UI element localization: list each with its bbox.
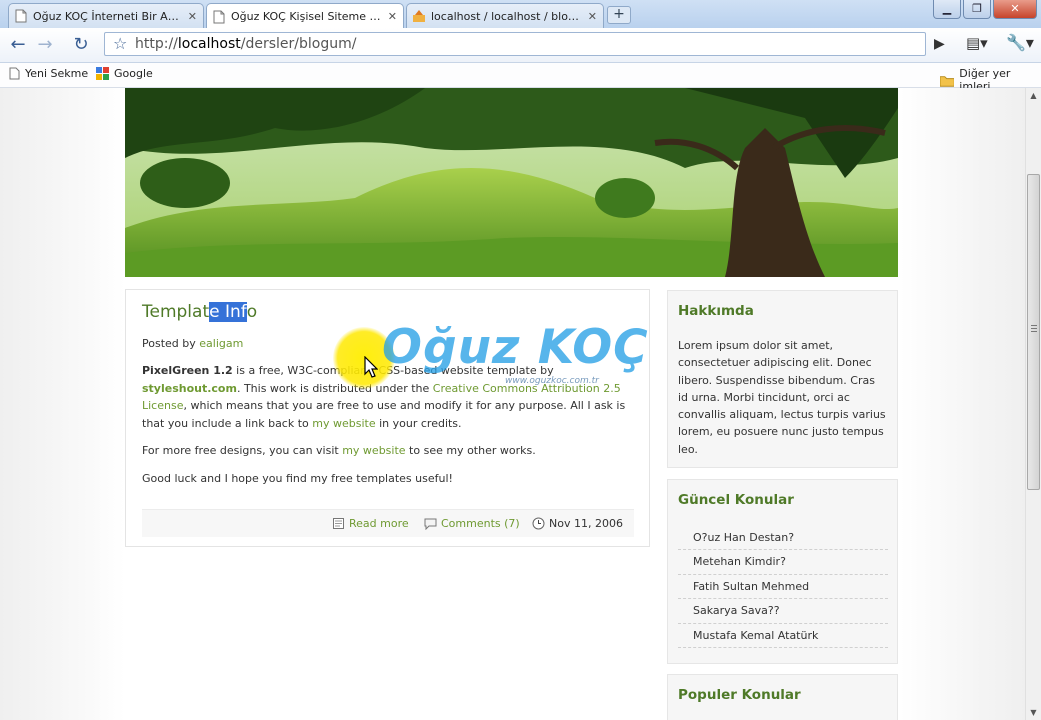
tab-title: Oğuz KOÇ Kişisel Siteme Ho... <box>231 10 382 23</box>
sidebar-about: Hakkımda Lorem ipsum dolor sit amet, con… <box>667 290 898 468</box>
selected-text: e Inf <box>209 302 247 322</box>
recent-topics-list: O?uz Han Destan? Metehan Kimdir? Fatih S… <box>678 526 888 648</box>
sidebar-recent: Güncel Konular O?uz Han Destan? Metehan … <box>667 479 898 664</box>
mouse-cursor-icon <box>364 356 378 378</box>
styleshout-link[interactable]: styleshout.com <box>142 382 237 395</box>
close-icon[interactable]: ✕ <box>188 10 197 23</box>
comments-link[interactable]: Comments (7) <box>424 517 520 530</box>
url-path: /dersler/blogum/ <box>240 36 357 52</box>
window-close-icon[interactable]: ✕ <box>993 0 1037 19</box>
new-tab-button[interactable]: + <box>607 6 631 24</box>
forward-arrow-icon[interactable]: → <box>34 34 56 56</box>
post-paragraph: Good luck and I hope you find my free te… <box>142 471 453 485</box>
bookmark-label: Yeni Sekme <box>25 67 89 80</box>
document-icon <box>15 9 27 23</box>
url-host: localhost <box>177 36 241 52</box>
restore-icon[interactable]: ❐ <box>963 0 991 19</box>
list-item[interactable]: Metehan Kimdir? <box>678 550 888 575</box>
address-bar[interactable]: ☆ http://localhost/dersler/blogum/ <box>104 32 926 56</box>
grip-icon <box>1031 325 1037 333</box>
watermark-logo: Oğuz KOÇ <box>382 320 649 375</box>
list-item[interactable]: O?uz Han Destan? <box>678 526 888 551</box>
header-landscape-image <box>125 88 898 277</box>
my-website-link[interactable]: my website <box>342 444 405 457</box>
sidebar-popular: Populer Konular <box>667 674 898 720</box>
browser-tab-2[interactable]: Oğuz KOÇ Kişisel Siteme Ho... ✕ <box>206 3 404 29</box>
bookmark-label: Google <box>114 67 153 80</box>
wrench-icon[interactable]: 🔧▾ <box>1006 33 1034 52</box>
about-text: Lorem ipsum dolor sit amet, consectetuer… <box>678 339 886 456</box>
document-icon <box>213 10 225 23</box>
vertical-scrollbar[interactable]: ▲ ▼ <box>1025 88 1041 720</box>
post-title[interactable]: Template Info <box>142 302 257 322</box>
bookmark-new-tab[interactable]: Yeni Sekme <box>9 67 88 80</box>
url-scheme: http:// <box>135 36 178 52</box>
tab-title: localhost / localhost / blog_... <box>431 9 582 23</box>
post-footer: Read more Comments (7) Nov 11, 2006 <box>142 509 634 537</box>
browser-titlebar: Oğuz KOÇ İnterneti Bir Am... ✕ Oğuz KOÇ … <box>0 0 1041 29</box>
comment-icon <box>424 518 437 530</box>
scroll-up-icon[interactable]: ▲ <box>1026 88 1041 103</box>
post-date: Nov 11, 2006 <box>532 517 623 530</box>
minimize-icon[interactable]: ▁ <box>933 0 961 19</box>
browser-toolbar: ← → ↻ ☆ http://localhost/dersler/blogum/ … <box>0 28 1041 63</box>
page-viewport: Template Info Posted by ealigam PixelGre… <box>0 88 1025 720</box>
posted-by-label: Posted by <box>142 337 196 350</box>
star-icon[interactable]: ☆ <box>113 33 127 55</box>
browser-tab-1[interactable]: Oğuz KOÇ İnterneti Bir Am... ✕ <box>8 3 204 28</box>
phpmyadmin-icon <box>413 10 425 22</box>
page-icon <box>333 518 344 529</box>
my-website-link[interactable]: my website <box>312 417 375 430</box>
list-item[interactable]: Mustafa Kemal Atatürk <box>678 624 888 648</box>
sidebar-title: Hakkımda <box>678 303 754 319</box>
landscape-illustration <box>125 88 898 277</box>
window-controls: ▁ ❐ ✕ <box>933 0 1037 19</box>
post-meta: Posted by ealigam <box>142 337 243 350</box>
author-link[interactable]: ealigam <box>199 337 243 350</box>
go-arrow-icon[interactable]: ▶ <box>934 36 945 52</box>
list-item[interactable]: Sakarya Sava?? <box>678 599 888 624</box>
google-icon <box>96 67 109 80</box>
close-icon[interactable]: ✕ <box>388 10 397 23</box>
sidebar-title: Güncel Konular <box>678 492 794 508</box>
browser-tab-3[interactable]: localhost / localhost / blog_... ✕ <box>406 3 604 28</box>
page-menu-icon[interactable]: ▤▾ <box>966 34 988 52</box>
reload-icon[interactable]: ↻ <box>70 34 92 56</box>
bookmarks-bar: Yeni Sekme Google Diğer yer imleri <box>0 63 1041 93</box>
tab-title: Oğuz KOÇ İnterneti Bir Am... <box>33 9 182 23</box>
scroll-down-icon[interactable]: ▼ <box>1026 705 1041 720</box>
read-more-link[interactable]: Read more <box>332 517 409 530</box>
list-item[interactable]: Fatih Sultan Mehmed <box>678 575 888 600</box>
folder-icon <box>940 75 955 87</box>
close-icon[interactable]: ✕ <box>588 10 597 23</box>
scrollbar-thumb[interactable] <box>1027 174 1040 490</box>
back-arrow-icon[interactable]: ← <box>7 34 29 56</box>
sidebar-title: Populer Konular <box>678 687 801 703</box>
post-paragraph: For more free designs, you can visit my … <box>142 444 536 457</box>
clock-icon <box>532 517 545 530</box>
watermark-url: www.oguzkoc.com.tr <box>505 376 599 386</box>
bookmark-google[interactable]: Google <box>96 67 153 80</box>
document-icon <box>9 67 20 80</box>
